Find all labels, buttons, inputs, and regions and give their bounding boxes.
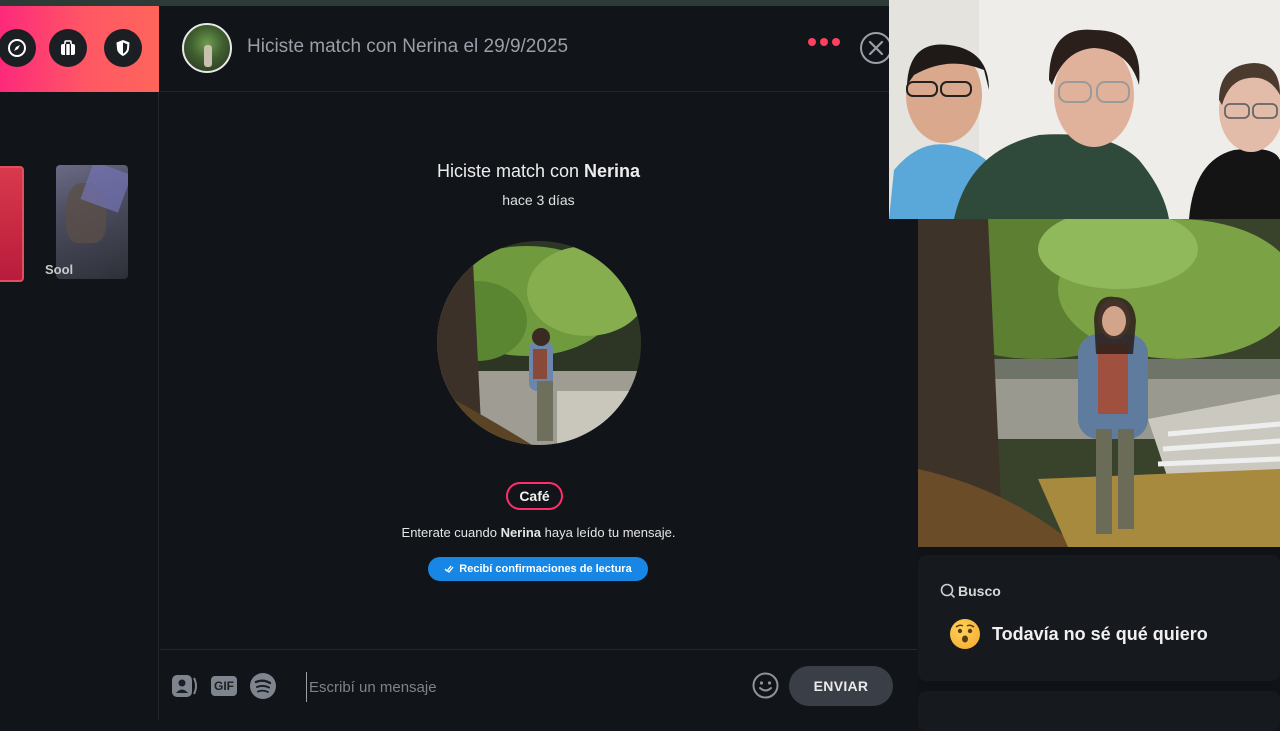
chat-panel: Hiciste match con Nerina el 29/9/2025 Hi… bbox=[160, 6, 917, 720]
avatar[interactable] bbox=[182, 23, 232, 73]
match-heading-name: Nerina bbox=[584, 161, 641, 181]
interest-tag: Café bbox=[506, 482, 563, 510]
read-receipt-note: Enterate cuando Nerina haya leído tu men… bbox=[160, 525, 917, 540]
looking-for-card: Busco Todavía no sé qué quiero bbox=[918, 555, 1280, 681]
looking-for-heading: Busco bbox=[940, 583, 1001, 599]
read-receipts-label: Recibí confirmaciones de lectura bbox=[459, 563, 632, 575]
explore-icon[interactable] bbox=[0, 29, 36, 67]
shield-icon[interactable] bbox=[104, 29, 142, 67]
match-profile-photo[interactable] bbox=[437, 241, 641, 445]
briefcase-icon[interactable] bbox=[49, 29, 87, 67]
read-note-suffix: haya leído tu mensaje. bbox=[541, 525, 676, 540]
webcam-overlay bbox=[889, 0, 1280, 219]
sticker-icon[interactable] bbox=[171, 673, 199, 699]
looking-for-text: Todavía no sé qué quiero bbox=[992, 623, 1208, 644]
close-icon[interactable] bbox=[860, 32, 892, 64]
search-icon bbox=[940, 583, 956, 599]
sidebar-header bbox=[0, 6, 159, 92]
match-heading-prefix: Hiciste match con bbox=[436, 161, 585, 181]
profile-next-section bbox=[918, 691, 1280, 731]
gif-label: GIF bbox=[211, 676, 237, 696]
match-card[interactable] bbox=[0, 166, 24, 282]
looking-for-label: Busco bbox=[958, 583, 1001, 599]
read-note-prefix: Enterate cuando bbox=[401, 525, 501, 540]
gif-icon[interactable]: GIF bbox=[209, 673, 239, 699]
match-card-label: Sool bbox=[45, 262, 74, 277]
match-heading: Hiciste match con Nerina bbox=[160, 161, 917, 182]
more-options-icon[interactable] bbox=[808, 38, 840, 46]
chat-header: Hiciste match con Nerina el 29/9/2025 bbox=[160, 6, 917, 92]
sidebar: Sool bbox=[0, 6, 159, 720]
match-time: hace 3 días bbox=[502, 192, 575, 208]
looking-for-value: Todavía no sé qué quiero bbox=[950, 619, 1208, 649]
double-check-icon bbox=[444, 565, 454, 573]
read-note-name: Nerina bbox=[500, 525, 542, 540]
spotify-icon[interactable] bbox=[249, 673, 277, 699]
message-composer: GIF ENVIAR bbox=[160, 649, 917, 720]
read-receipts-button[interactable]: Recibí confirmaciones de lectura bbox=[428, 557, 648, 581]
send-button[interactable]: ENVIAR bbox=[789, 666, 893, 706]
profile-panel: Busco Todavía no sé qué quiero bbox=[918, 219, 1280, 731]
chat-title: Hiciste match con Nerina el 29/9/2025 bbox=[247, 36, 569, 57]
emoji-icon[interactable] bbox=[752, 672, 779, 699]
thinking-face-icon bbox=[950, 619, 980, 649]
profile-photo[interactable] bbox=[918, 219, 1280, 547]
message-input[interactable] bbox=[306, 672, 736, 702]
